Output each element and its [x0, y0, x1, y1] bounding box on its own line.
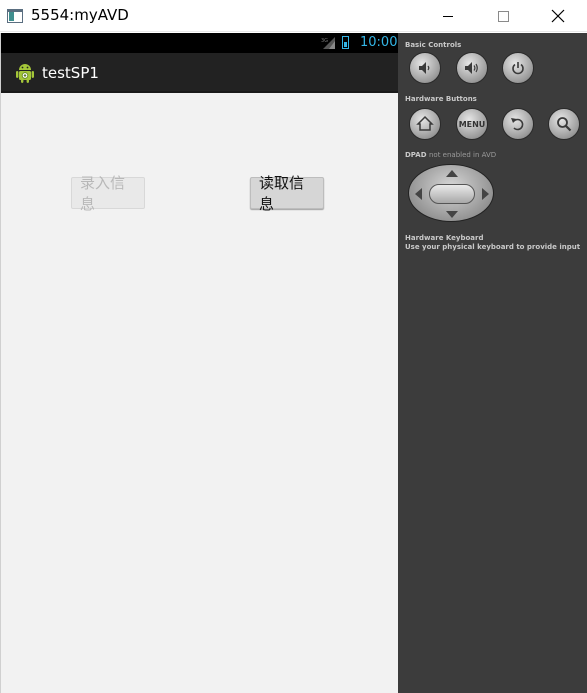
app-title: testSP1 [42, 64, 99, 82]
window-title-bar: 5554:myAVD [0, 0, 587, 32]
volume-up-button[interactable] [456, 52, 488, 84]
dpad-center-button[interactable] [429, 184, 475, 204]
hardware-keyboard-label: Hardware Keyboard [405, 234, 484, 242]
close-icon [551, 9, 565, 23]
close-button[interactable] [535, 0, 581, 32]
dpad-right-icon[interactable] [482, 188, 489, 200]
device-screen: 3G 10:00 testSP1 录入信息 读取信息 [0, 33, 399, 693]
power-button[interactable] [502, 52, 534, 84]
app-window-icon [7, 9, 23, 23]
dpad-title: DPAD [405, 151, 427, 159]
signal-strength-icon: 3G [321, 37, 335, 49]
app-content: 录入信息 读取信息 [1, 95, 399, 693]
android-robot-icon [16, 64, 34, 83]
read-info-button[interactable]: 读取信息 [250, 174, 324, 213]
status-clock: 10:00 [360, 35, 398, 50]
battery-icon [342, 36, 349, 49]
dpad-left-icon[interactable] [415, 188, 422, 200]
emulator-controls-panel: Basic Controls Hardware Buttons MENU DPA… [398, 33, 587, 693]
dpad-control[interactable] [408, 164, 494, 222]
basic-controls-label: Basic Controls [405, 41, 462, 49]
menu-label: MENU [458, 119, 486, 129]
dpad-down-icon[interactable] [446, 211, 458, 218]
menu-button[interactable]: MENU [456, 108, 488, 140]
home-icon [416, 115, 434, 131]
minimize-icon [443, 15, 453, 17]
input-info-button[interactable]: 录入信息 [71, 174, 145, 213]
dpad-up-icon[interactable] [446, 170, 458, 177]
maximize-icon [497, 10, 509, 22]
network-type-label: 3G [321, 38, 328, 44]
search-button[interactable] [548, 108, 580, 140]
dpad-label: DPAD not enabled in AVD [405, 151, 496, 159]
back-arrow-icon [511, 118, 524, 131]
power-icon [512, 62, 524, 75]
dpad-note: not enabled in AVD [428, 151, 497, 159]
maximize-button[interactable] [480, 0, 526, 32]
window-title: 5554:myAVD [31, 6, 129, 24]
hardware-keyboard-hint: Use your physical keyboard to provide in… [405, 243, 581, 251]
minimize-button[interactable] [425, 0, 471, 32]
volume-down-icon [419, 62, 430, 74]
back-button[interactable] [502, 108, 534, 140]
search-icon [557, 117, 572, 132]
hardware-buttons-label: Hardware Buttons [405, 95, 477, 103]
action-bar: testSP1 [1, 53, 399, 93]
volume-down-button[interactable] [409, 52, 441, 84]
volume-up-icon [465, 62, 478, 74]
status-bar: 3G 10:00 [1, 33, 399, 53]
home-button[interactable] [409, 108, 441, 140]
